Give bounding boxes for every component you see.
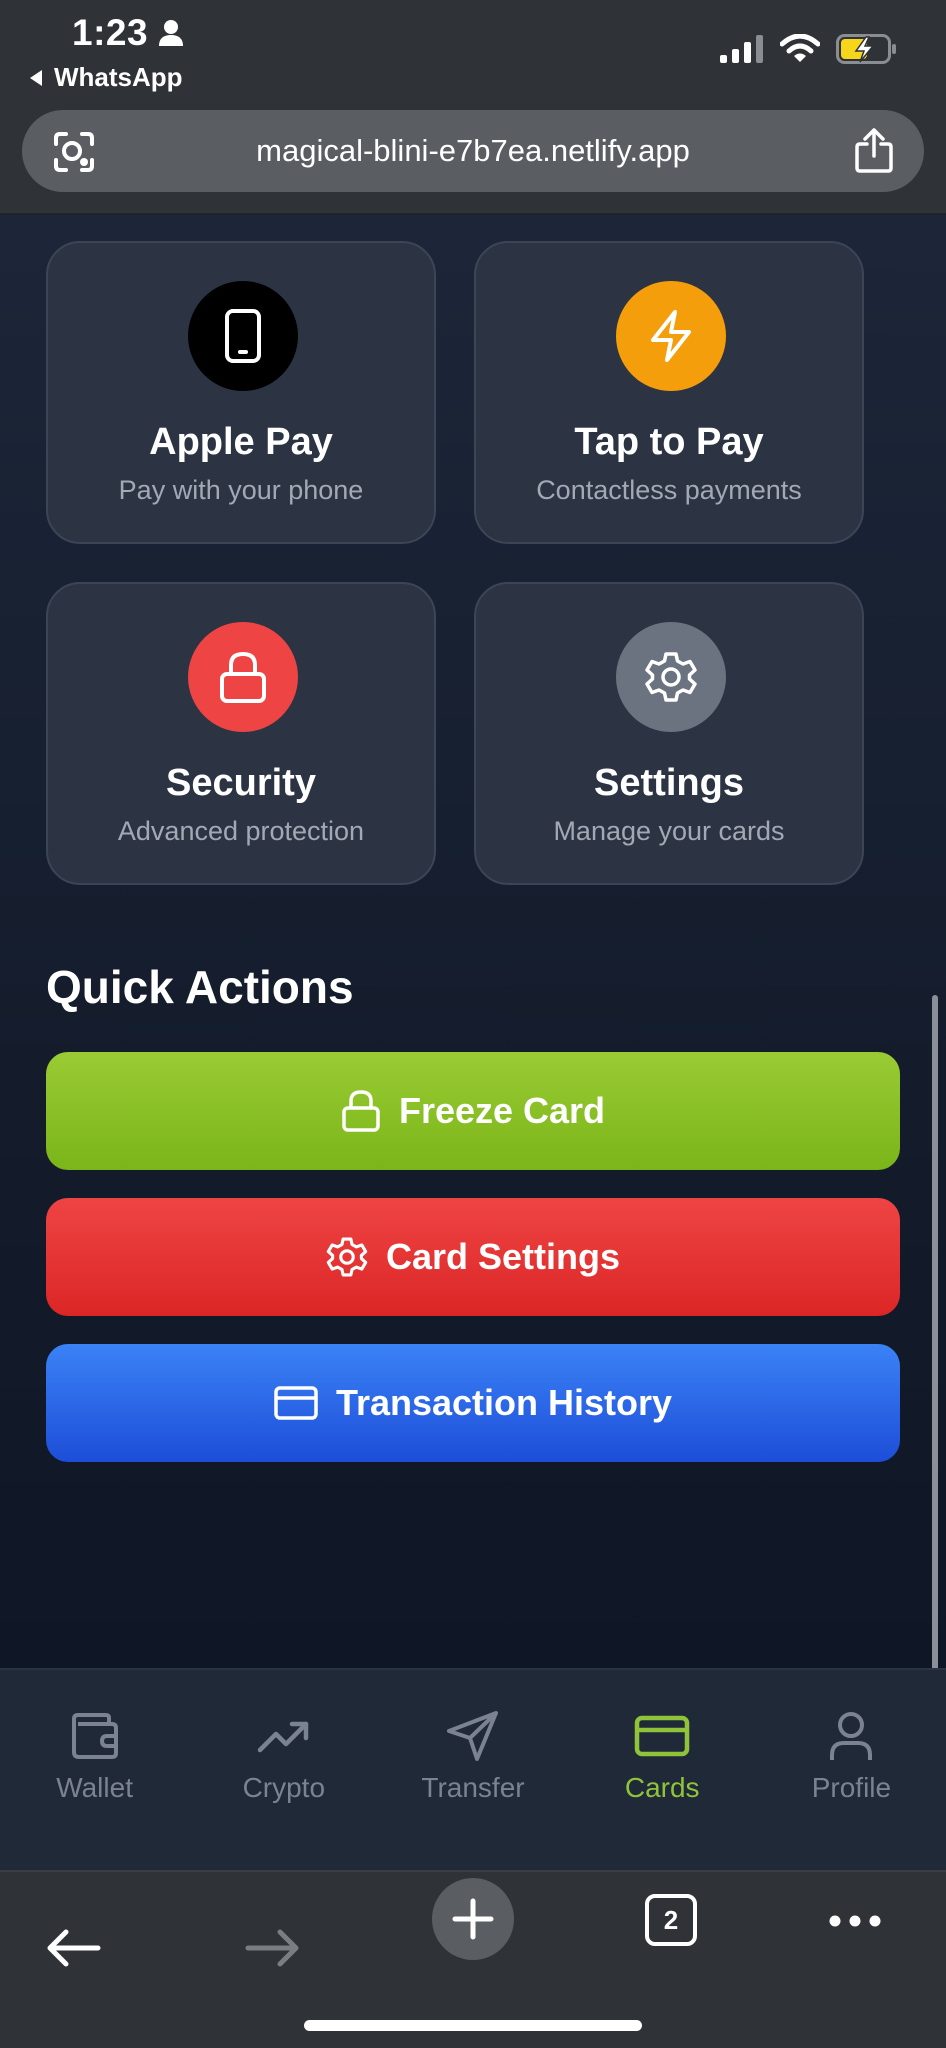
tab-crypto[interactable]: Crypto xyxy=(189,1670,378,1870)
tab-cards[interactable]: Cards xyxy=(568,1670,757,1870)
button-label: Freeze Card xyxy=(398,1090,606,1131)
feature-title: Security xyxy=(166,762,316,804)
feature-title: Settings xyxy=(594,762,744,804)
tab-wallet[interactable]: Wallet xyxy=(0,1670,189,1870)
back-button[interactable] xyxy=(44,1928,102,1968)
lock-icon xyxy=(342,1090,380,1132)
feature-card-tap-to-pay[interactable]: Tap to Pay Contactless payments xyxy=(474,241,864,544)
url-text: magical-blini-e7b7ea.netlify.app xyxy=(256,133,690,168)
battery-charging-icon xyxy=(836,34,896,64)
tab-transfer[interactable]: Transfer xyxy=(378,1670,567,1870)
page-content: Apple Pay Pay with your phone Tap to Pay… xyxy=(0,215,946,1668)
bottom-tab-bar: Wallet Crypto Transfer Cards Profile xyxy=(0,1668,946,1870)
feature-card-settings[interactable]: Settings Manage your cards xyxy=(474,582,864,885)
quick-actions-title: Quick Actions xyxy=(46,961,354,1013)
card-icon xyxy=(634,1715,690,1757)
arrow-left-icon xyxy=(47,1929,101,1967)
lock-icon xyxy=(188,622,298,732)
arrow-right-icon xyxy=(245,1929,299,1967)
scrollbar[interactable] xyxy=(932,995,938,1668)
share-icon[interactable] xyxy=(854,128,894,179)
signal-icon xyxy=(720,35,763,63)
feature-card-security[interactable]: Security Advanced protection xyxy=(46,582,436,885)
tab-profile[interactable]: Profile xyxy=(757,1670,946,1870)
status-indicators xyxy=(720,34,898,64)
send-icon xyxy=(447,1711,498,1761)
phone-icon xyxy=(188,281,298,391)
card-settings-button[interactable]: Card Settings xyxy=(46,1198,900,1316)
gear-icon xyxy=(326,1237,368,1277)
forward-button[interactable] xyxy=(244,1928,302,1968)
feature-subtitle: Pay with your phone xyxy=(118,475,364,505)
person-icon xyxy=(159,20,184,46)
home-indicator[interactable] xyxy=(304,2020,642,2031)
tab-count: 2 xyxy=(645,1894,697,1946)
lightning-icon xyxy=(616,281,726,391)
feature-subtitle: Contactless payments xyxy=(536,475,802,505)
browser-top-bar: 1:23 WhatsApp magical-blini-e7b7ea.netli… xyxy=(0,0,946,215)
back-to-app[interactable]: WhatsApp xyxy=(28,62,183,93)
gear-icon xyxy=(616,622,726,732)
button-label: Transaction History xyxy=(335,1382,673,1423)
card-icon xyxy=(274,1386,318,1420)
feature-card-apple-pay[interactable]: Apple Pay Pay with your phone xyxy=(46,241,436,544)
freeze-card-button[interactable]: Freeze Card xyxy=(46,1052,900,1170)
feature-subtitle: Manage your cards xyxy=(553,816,785,846)
more-button[interactable] xyxy=(828,1914,882,1928)
address-bar[interactable]: magical-blini-e7b7ea.netlify.app xyxy=(22,110,924,192)
plus-icon xyxy=(432,1878,514,1960)
lens-icon[interactable] xyxy=(52,130,96,179)
feature-subtitle: Advanced protection xyxy=(117,816,365,846)
wifi-icon xyxy=(780,34,820,62)
user-icon xyxy=(830,1712,873,1760)
feature-title: Tap to Pay xyxy=(574,421,764,463)
button-label: Card Settings xyxy=(385,1236,621,1277)
status-time: 1:23 xyxy=(72,12,184,54)
more-dots-icon xyxy=(829,1915,881,1927)
new-tab-button[interactable] xyxy=(432,1878,514,1960)
trending-up-icon xyxy=(257,1721,309,1753)
back-triangle-icon xyxy=(30,69,42,86)
tabs-button[interactable]: 2 xyxy=(645,1894,697,1946)
wallet-icon xyxy=(71,1713,118,1759)
feature-title: Apple Pay xyxy=(149,421,333,463)
transaction-history-button[interactable]: Transaction History xyxy=(46,1344,900,1462)
